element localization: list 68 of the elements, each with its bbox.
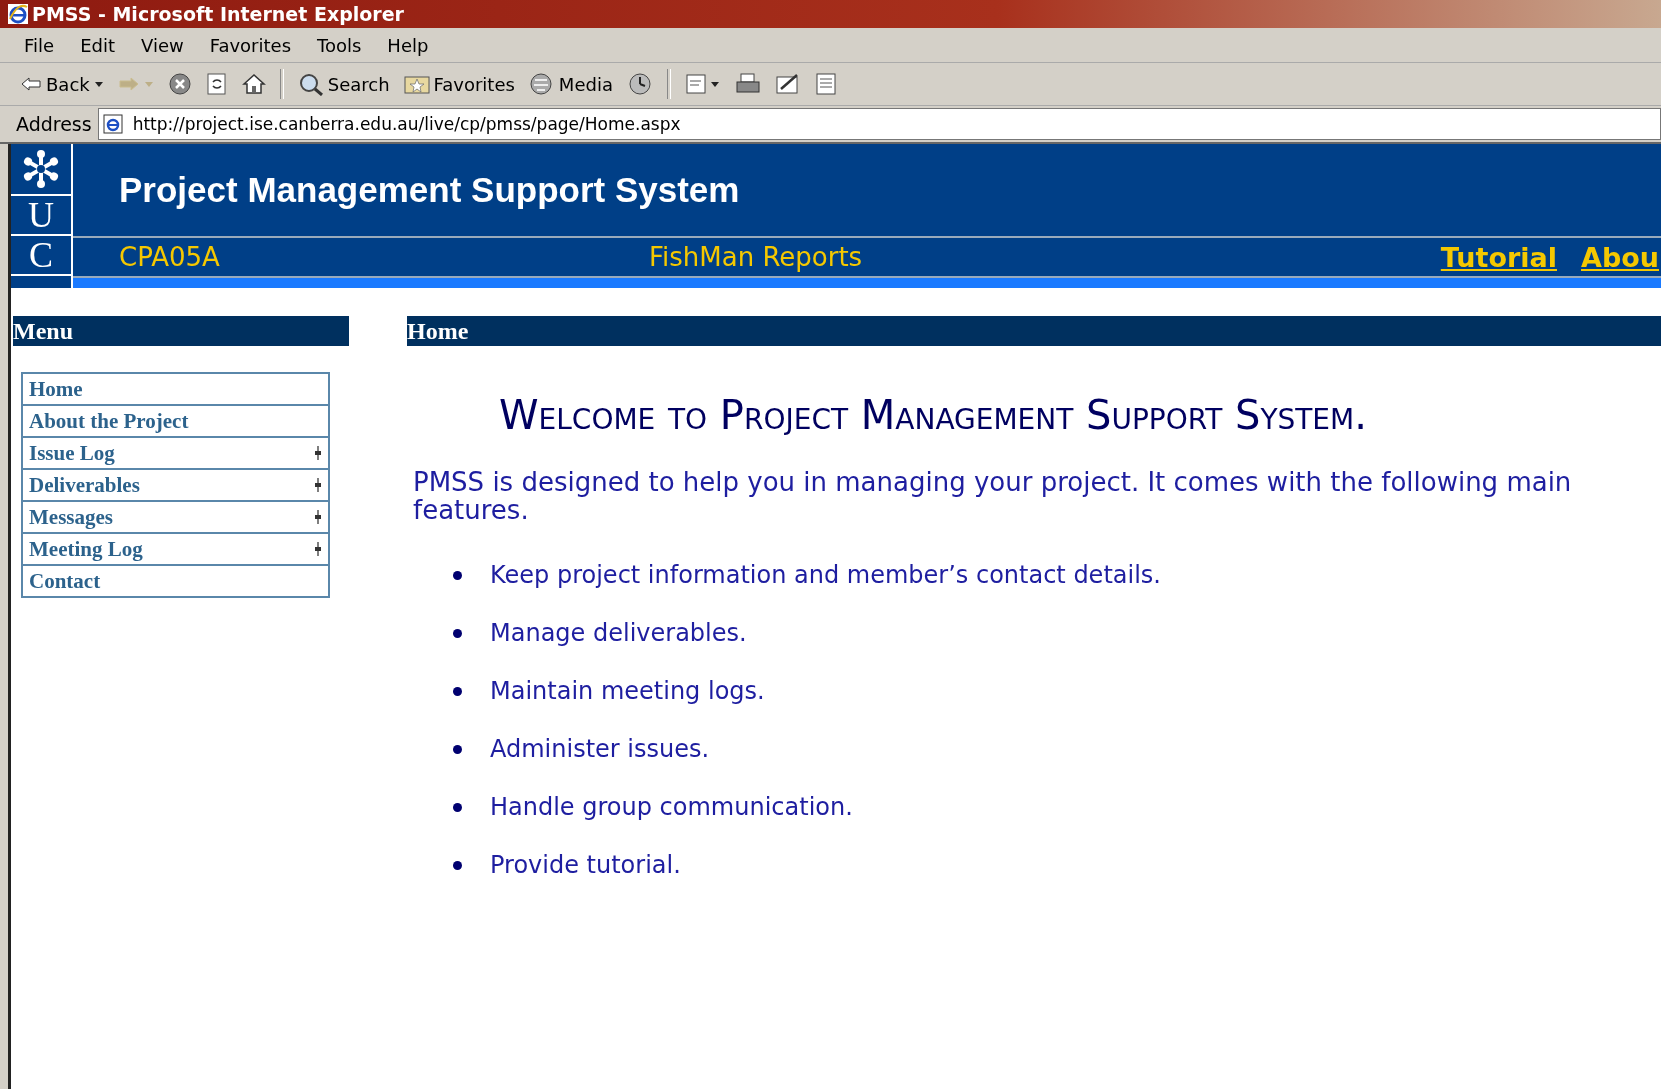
- bullet-icon: [453, 570, 462, 580]
- site-title: Project Management Support System: [119, 170, 740, 210]
- search-button[interactable]: Search: [297, 72, 390, 96]
- menu-item[interactable]: Meeting Log: [23, 534, 328, 566]
- print-button[interactable]: [734, 72, 761, 96]
- arrow-icon: [117, 76, 140, 92]
- caret-icon: [143, 80, 154, 88]
- arrow-icon: [20, 76, 42, 92]
- page-icon: [102, 114, 123, 134]
- back-button[interactable]: Back: [20, 73, 104, 95]
- welcome-title: Welcome to Project Management Support System.: [499, 392, 1368, 438]
- refresh-icon: [205, 72, 228, 96]
- stop-icon: [167, 72, 192, 96]
- search-icon: [297, 72, 324, 96]
- feature-text: Keep project information and member’s contact details.: [490, 561, 1161, 589]
- star-folder-icon: [403, 73, 430, 95]
- clock-icon: [626, 72, 653, 96]
- header-link[interactable]: Abou: [1581, 241, 1659, 273]
- header-link[interactable]: Tutorial: [1440, 241, 1557, 273]
- menu-item[interactable]: Help: [387, 34, 429, 56]
- menu-item[interactable]: Issue Log: [23, 438, 328, 470]
- intro-text: PMSS is designed to help you in managing your project. It comes with the following main features.: [413, 468, 1573, 524]
- globe-icon: [528, 72, 555, 96]
- menu-item[interactable]: Favorites: [209, 34, 291, 56]
- bullet-icon: [453, 802, 462, 812]
- home-button[interactable]: [241, 72, 266, 96]
- discuss-button[interactable]: [814, 72, 837, 96]
- refresh-button[interactable]: [205, 72, 228, 96]
- menu-heading: Menu: [13, 316, 349, 346]
- caret-icon: [93, 80, 104, 88]
- menu-item[interactable]: Edit: [80, 34, 115, 56]
- favorites-button[interactable]: Favorites: [403, 73, 515, 95]
- project-name: FishMan Reports: [649, 242, 864, 272]
- history-button[interactable]: [626, 72, 653, 96]
- feature-text: Maintain meeting logs.: [490, 677, 765, 705]
- browser-logo-icon: [8, 4, 28, 24]
- menu-item[interactable]: Contact: [23, 566, 328, 596]
- print-icon: [734, 72, 761, 96]
- menu-item[interactable]: Home: [23, 374, 328, 406]
- mail-icon: [684, 72, 721, 96]
- feature-text: Provide tutorial.: [490, 851, 681, 879]
- menu-item[interactable]: View: [141, 34, 184, 56]
- menu-item[interactable]: Tools: [317, 34, 362, 56]
- menu-item[interactable]: Messages: [23, 502, 328, 534]
- menu-item[interactable]: File: [24, 34, 55, 56]
- section-heading: Home: [407, 316, 1661, 346]
- menu-item[interactable]: Deliverables: [23, 470, 328, 502]
- edit-button[interactable]: [774, 72, 801, 96]
- mail-button[interactable]: [684, 72, 721, 96]
- bullet-icon: [453, 628, 462, 638]
- logo-letter: U: [11, 196, 71, 236]
- document-icon: [814, 72, 837, 96]
- home-icon: [241, 72, 266, 96]
- feature-text: Handle group communication.: [490, 793, 853, 821]
- feature-text: Manage deliverables.: [490, 619, 747, 647]
- bullet-icon: [453, 744, 462, 754]
- bullet-icon: [453, 686, 462, 696]
- address-field[interactable]: http://project.ise.canberra.edu.au/live/cp/pmss/page/Home.aspx: [97, 108, 1661, 140]
- feature-text: Administer issues.: [490, 735, 710, 763]
- address-label: Address: [16, 113, 92, 135]
- stop-button[interactable]: [167, 72, 192, 96]
- media-button[interactable]: Media: [528, 72, 613, 96]
- bullet-icon: [453, 860, 462, 870]
- logo-letter: C: [11, 236, 71, 276]
- window-title: PMSS - Microsoft Internet Explorer: [32, 3, 404, 25]
- edit-icon: [774, 72, 801, 96]
- menu-item[interactable]: About the Project: [23, 406, 328, 438]
- project-code: CPA05A: [119, 242, 221, 272]
